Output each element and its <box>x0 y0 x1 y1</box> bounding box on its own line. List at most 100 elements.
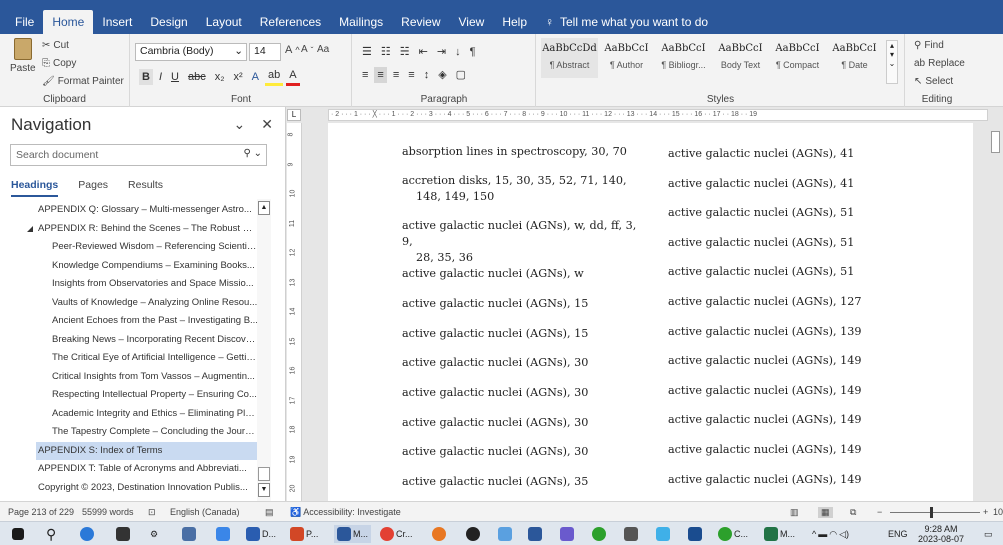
app-icon-5[interactable] <box>498 525 512 543</box>
zoom-in-button[interactable]: + <box>983 507 988 517</box>
format-painter-button[interactable]: 🖌 Format Painter <box>42 76 124 87</box>
people-icon[interactable] <box>116 525 130 543</box>
taskbar-app-d[interactable]: D... <box>246 525 276 543</box>
replace-button[interactable]: ab Replace <box>914 58 965 69</box>
style-4[interactable]: AaBbCcI ¶ Compact <box>769 38 826 78</box>
app-icon-4[interactable] <box>466 525 480 543</box>
heading-item[interactable]: Peer-Reviewed Wisdom – Referencing Scien… <box>52 238 258 256</box>
superscript-button[interactable]: x² <box>231 69 246 85</box>
justify-icon[interactable]: ≡ <box>405 67 417 83</box>
shading-icon[interactable]: ◈ <box>435 67 449 83</box>
heading-item[interactable]: APPENDIX Q: Glossary – Multi-messenger A… <box>38 201 258 219</box>
paste-button[interactable]: Paste <box>10 38 36 74</box>
heading-item[interactable]: The Tapestry Complete – Concluding the J… <box>52 423 258 441</box>
focus-icon[interactable]: ▤ <box>265 507 274 518</box>
heading-item[interactable]: Knowledge Compendiums – Examining Books.… <box>52 257 258 275</box>
app-icon-8[interactable] <box>592 525 606 543</box>
tab-design[interactable]: Design <box>141 10 196 34</box>
app-icon-1[interactable] <box>80 525 94 543</box>
clock[interactable]: 9:28 AM 2023-08-07 <box>918 524 964 544</box>
heading-item[interactable]: Breaking News – Incorporating Recent Dis… <box>52 331 258 349</box>
zoom-slider[interactable] <box>890 507 980 518</box>
app-icon-7[interactable] <box>560 525 574 543</box>
expand-arrow-icon[interactable]: ◢ <box>27 220 33 238</box>
scroll-thumb[interactable] <box>991 131 1000 153</box>
tab-file[interactable]: File <box>6 10 43 34</box>
language[interactable]: English (Canada) <box>170 507 240 517</box>
heading-item[interactable]: APPENDIX T: Table of Acronyms and Abbrev… <box>38 460 258 478</box>
app-icon-2[interactable] <box>216 525 230 543</box>
heading-item[interactable]: Copyright © 2023, Destination Innovation… <box>38 479 258 497</box>
app-icon-9[interactable] <box>624 525 638 543</box>
tab-selector[interactable]: L <box>287 109 301 121</box>
heading-item[interactable]: Vaults of Knowledge – Analyzing Online R… <box>52 294 258 312</box>
scroll-down-icon[interactable]: ▼ <box>258 483 270 497</box>
language-indicator[interactable]: ENG <box>888 525 908 543</box>
pilcrow-icon[interactable]: ¶ <box>467 44 479 60</box>
taskbar-app-chrome[interactable]: Cr... <box>380 525 413 543</box>
taskbar-app-excel[interactable]: M... <box>764 525 795 543</box>
taskbar-app-c[interactable]: C... <box>718 525 748 543</box>
taskbar-app-word[interactable]: M... <box>334 525 371 543</box>
close-icon[interactable]: ✕ <box>261 116 273 133</box>
bold-button[interactable]: B <box>139 68 153 85</box>
nav-tab-results[interactable]: Results <box>128 179 163 197</box>
document-page[interactable]: absorption lines in spectroscopy, 30, 70… <box>328 123 973 501</box>
zoom-out-button[interactable]: − <box>877 507 882 517</box>
font-size-box[interactable]: 14 <box>249 43 281 61</box>
styles-scroll[interactable]: ▴ ▾ ⌄ <box>886 40 898 84</box>
proofing-icon[interactable]: ⊡ <box>148 507 156 518</box>
font-color-button[interactable]: A <box>286 67 300 86</box>
heading-item[interactable]: APPENDIX R: Behind the Scenes – The Robu… <box>38 220 258 238</box>
style-0[interactable]: AaBbCcDd ¶ Abstract <box>541 38 598 78</box>
change-case-button[interactable]: Aa <box>317 44 329 55</box>
line-spacing-icon[interactable]: ↕ <box>421 67 433 83</box>
tab-review[interactable]: Review <box>392 10 449 34</box>
align-right-icon[interactable]: ≡ <box>390 67 402 83</box>
notifications-icon[interactable]: ▭ <box>984 525 993 543</box>
underline-button[interactable]: U <box>168 69 182 85</box>
start-icon[interactable] <box>12 525 24 543</box>
tab-view[interactable]: View <box>450 10 494 34</box>
zoom-thumb[interactable] <box>930 507 933 518</box>
tell-me-search[interactable]: ♀ Tell me what you want to do <box>536 10 717 34</box>
tab-insert[interactable]: Insert <box>93 10 141 34</box>
highlight-button[interactable]: ab <box>265 67 284 86</box>
heading-item[interactable]: Critical Insights from Tom Vassos – Augm… <box>52 368 258 386</box>
select-button[interactable]: ↖ Select <box>914 76 953 87</box>
text-effects-button[interactable]: A <box>249 69 262 85</box>
tab-layout[interactable]: Layout <box>197 10 251 34</box>
scroll-thumb[interactable] <box>258 467 270 481</box>
font-name-box[interactable]: Cambria (Body) ⌄ <box>135 43 247 61</box>
style-3[interactable]: AaBbCcI Body Text <box>712 38 769 78</box>
grow-font-button[interactable]: A ^ <box>285 44 300 56</box>
navigation-scrollbar[interactable]: ▲ ▼ <box>257 199 271 501</box>
app-icon-3[interactable] <box>432 525 446 543</box>
heading-item[interactable]: Respecting Intellectual Property – Ensur… <box>52 386 258 404</box>
word-count[interactable]: 55999 words <box>82 507 134 517</box>
print-layout-icon[interactable]: ▦ <box>818 507 833 518</box>
taskbar-app-p[interactable]: P... <box>290 525 318 543</box>
read-mode-icon[interactable]: ▥ <box>790 507 799 518</box>
copy-button[interactable]: ⎘ Copy <box>42 58 76 69</box>
heading-item[interactable]: The Critical Eye of Artificial Intellige… <box>52 349 258 367</box>
page-count[interactable]: Page 213 of 229 <box>8 507 74 517</box>
scroll-up-icon[interactable]: ▲ <box>258 201 270 215</box>
accessibility-status[interactable]: ♿ Accessibility: Investigate <box>290 507 401 518</box>
increase-indent-icon[interactable]: ⇥ <box>434 44 449 60</box>
search-input[interactable]: Search document ⚲ ⌄ <box>10 144 267 166</box>
tab-mailings[interactable]: Mailings <box>330 10 392 34</box>
nav-tab-pages[interactable]: Pages <box>78 179 108 197</box>
align-left-icon[interactable]: ≡ <box>359 67 371 83</box>
sort-icon[interactable]: ↓ <box>452 44 464 60</box>
tab-references[interactable]: References <box>251 10 330 34</box>
calculator-icon[interactable] <box>182 525 196 543</box>
web-layout-icon[interactable]: ⧉ <box>850 507 856 518</box>
app-icon-11[interactable] <box>688 525 702 543</box>
borders-icon[interactable]: ▢ <box>453 67 469 83</box>
nav-tab-headings[interactable]: Headings <box>11 179 59 197</box>
app-icon-10[interactable] <box>656 525 670 543</box>
search-icon[interactable]: ⚲ <box>46 525 56 543</box>
cut-button[interactable]: ✂ Cut <box>42 40 69 51</box>
heading-item[interactable]: APPENDIX S: Index of Terms <box>36 441 258 460</box>
